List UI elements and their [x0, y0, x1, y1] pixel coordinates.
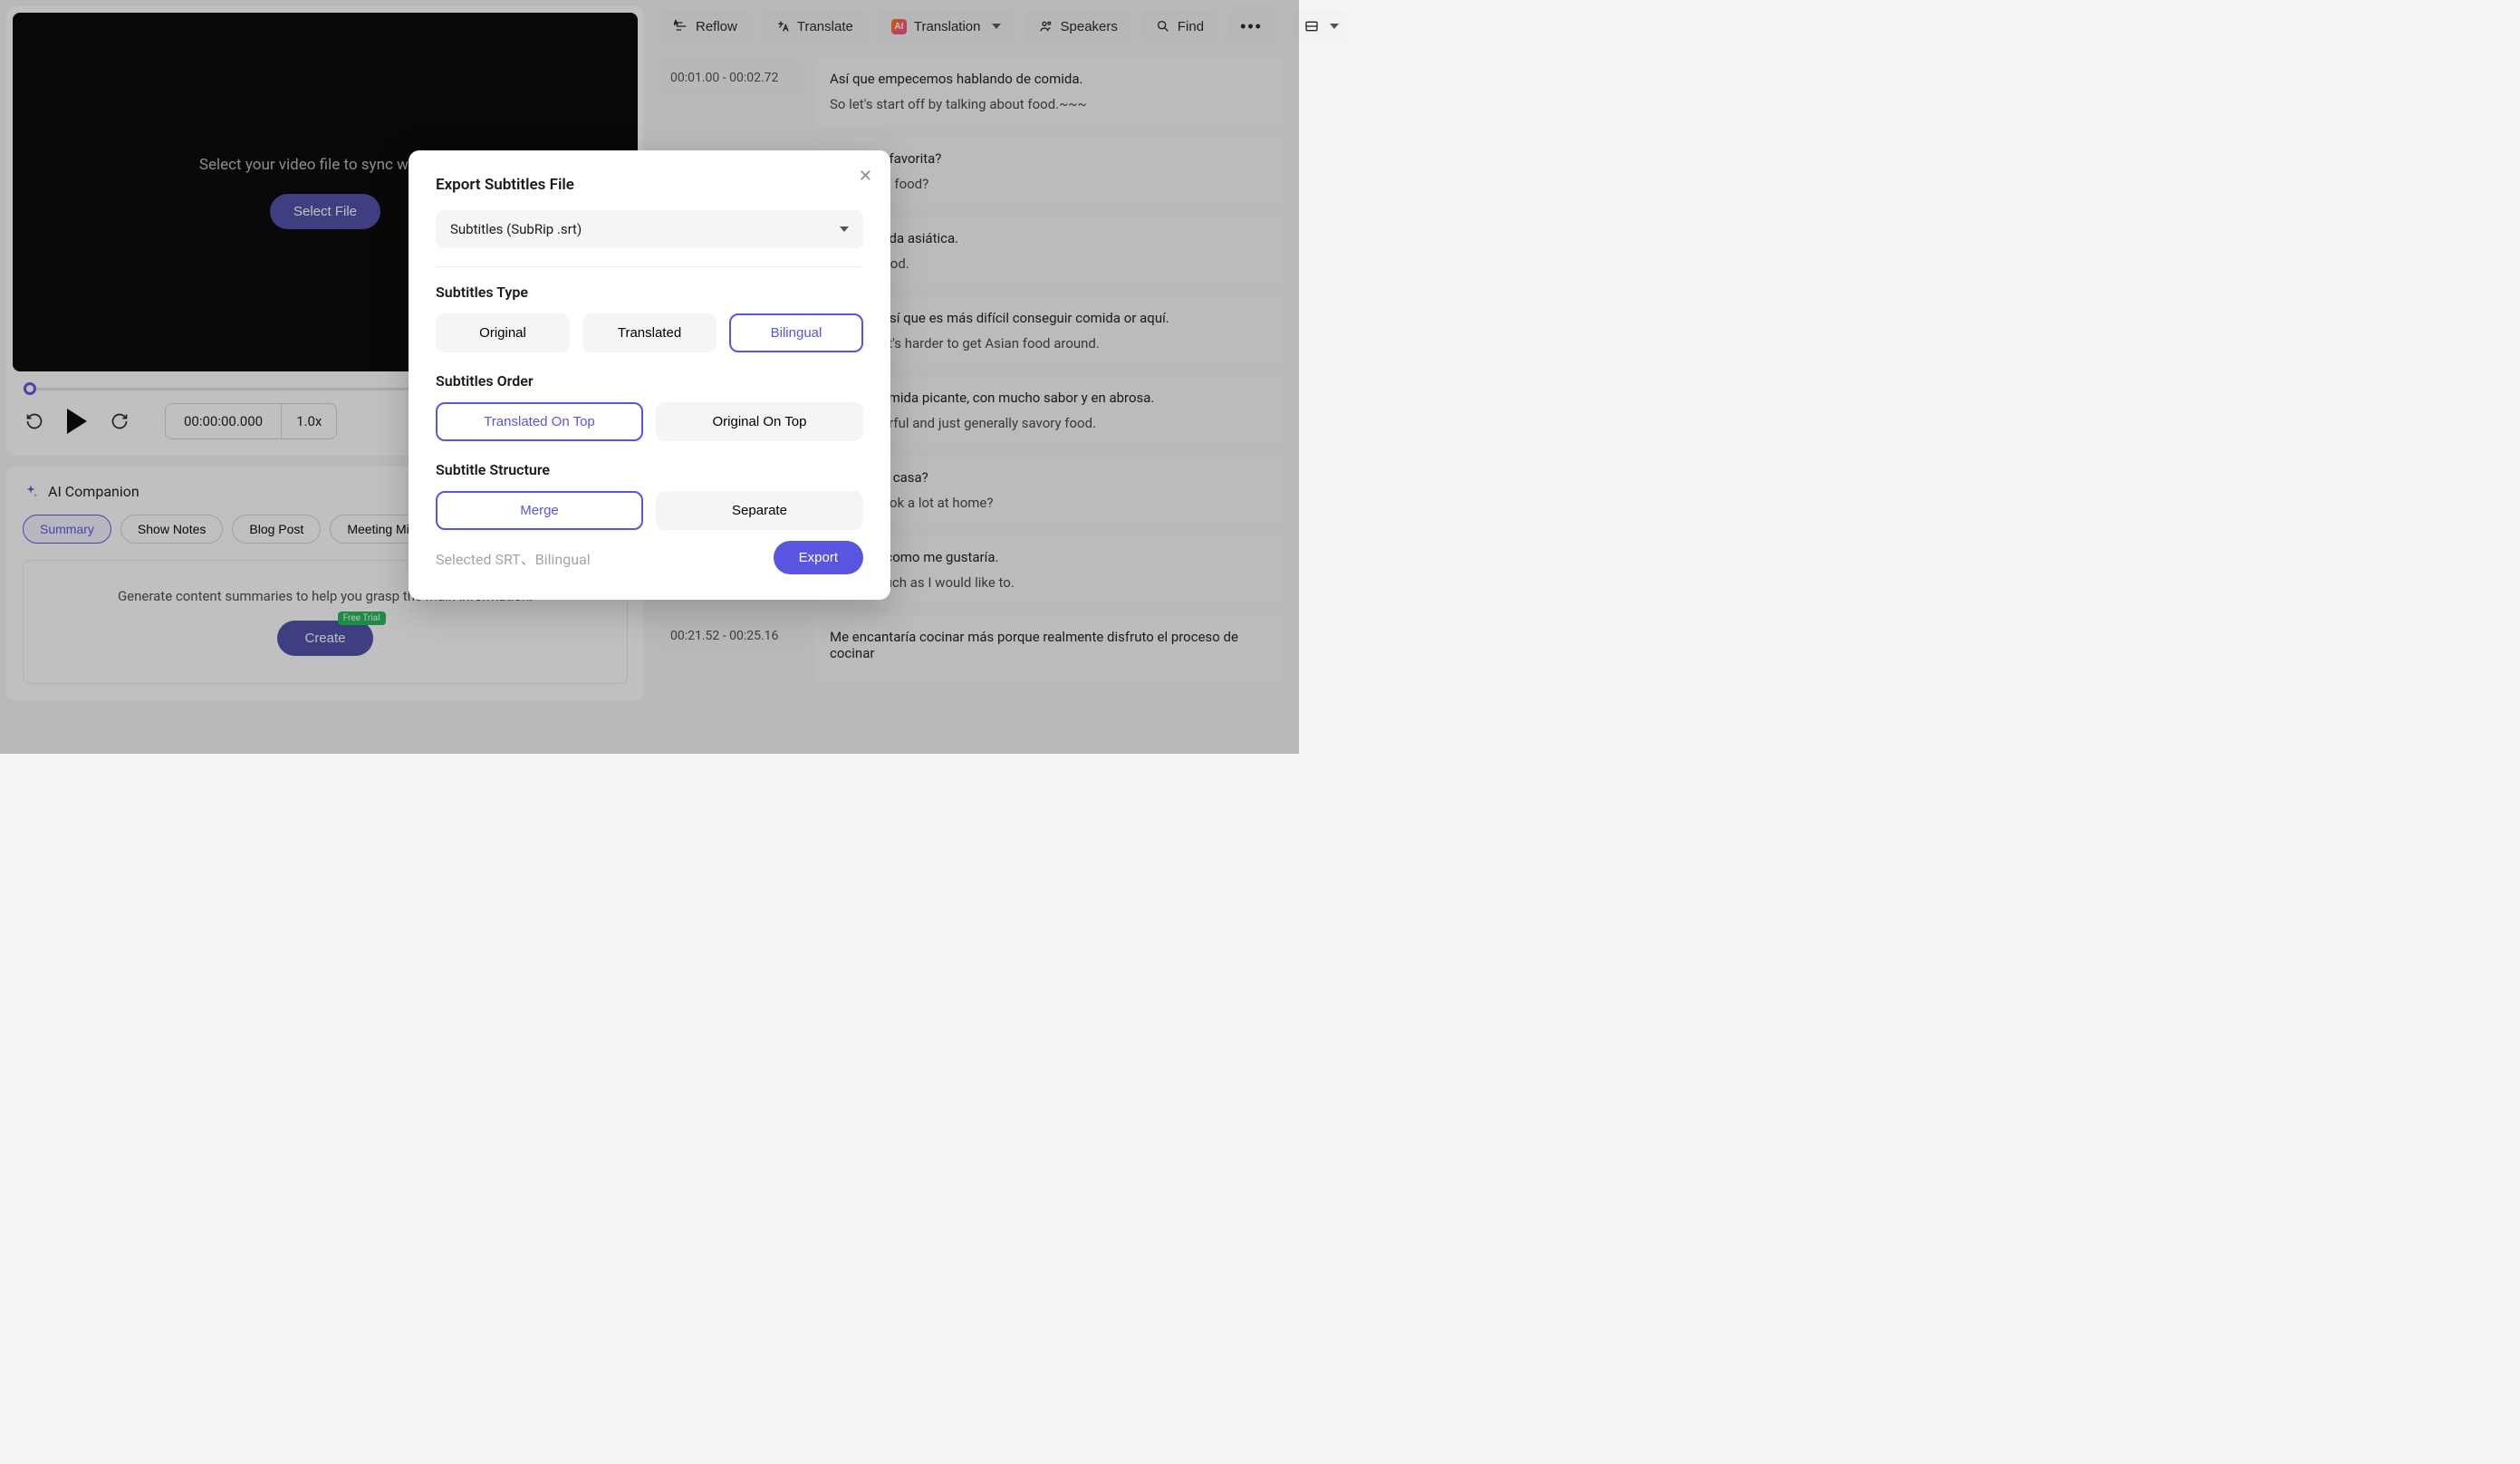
subtitles-type-option-original[interactable]: Original — [436, 313, 570, 352]
format-select[interactable]: Subtitles (SubRip .srt) — [436, 210, 863, 248]
export-button[interactable]: Export — [774, 541, 863, 574]
subtitles-order-option-original-on-top[interactable]: Original On Top — [656, 402, 863, 441]
selected-summary: Selected SRT、Bilingual — [436, 547, 591, 569]
subtitles-order-label: Subtitles Order — [436, 372, 863, 390]
modal-title: Export Subtitles File — [436, 176, 863, 194]
subtitle-structure-label: Subtitle Structure — [436, 461, 863, 478]
layout-icon — [1304, 19, 1319, 34]
export-modal: ✕ Export Subtitles File Subtitles (SubRi… — [409, 150, 890, 600]
layout-toggle-button[interactable] — [1294, 10, 1350, 43]
modal-overlay[interactable]: ✕ Export Subtitles File Subtitles (SubRi… — [0, 0, 1299, 754]
subtitles-order-option-translated-on-top[interactable]: Translated On Top — [436, 402, 643, 441]
chevron-down-icon — [840, 226, 849, 232]
chevron-down-icon — [1330, 24, 1339, 29]
subtitles-type-option-translated[interactable]: Translated — [582, 313, 717, 352]
divider — [436, 266, 863, 267]
subtitle-structure-option-separate[interactable]: Separate — [656, 491, 863, 530]
close-icon[interactable]: ✕ — [859, 167, 872, 186]
subtitles-type-label: Subtitles Type — [436, 284, 863, 301]
format-value: Subtitles (SubRip .srt) — [450, 221, 582, 237]
subtitle-structure-option-merge[interactable]: Merge — [436, 491, 643, 530]
subtitles-type-option-bilingual[interactable]: Bilingual — [729, 313, 863, 352]
